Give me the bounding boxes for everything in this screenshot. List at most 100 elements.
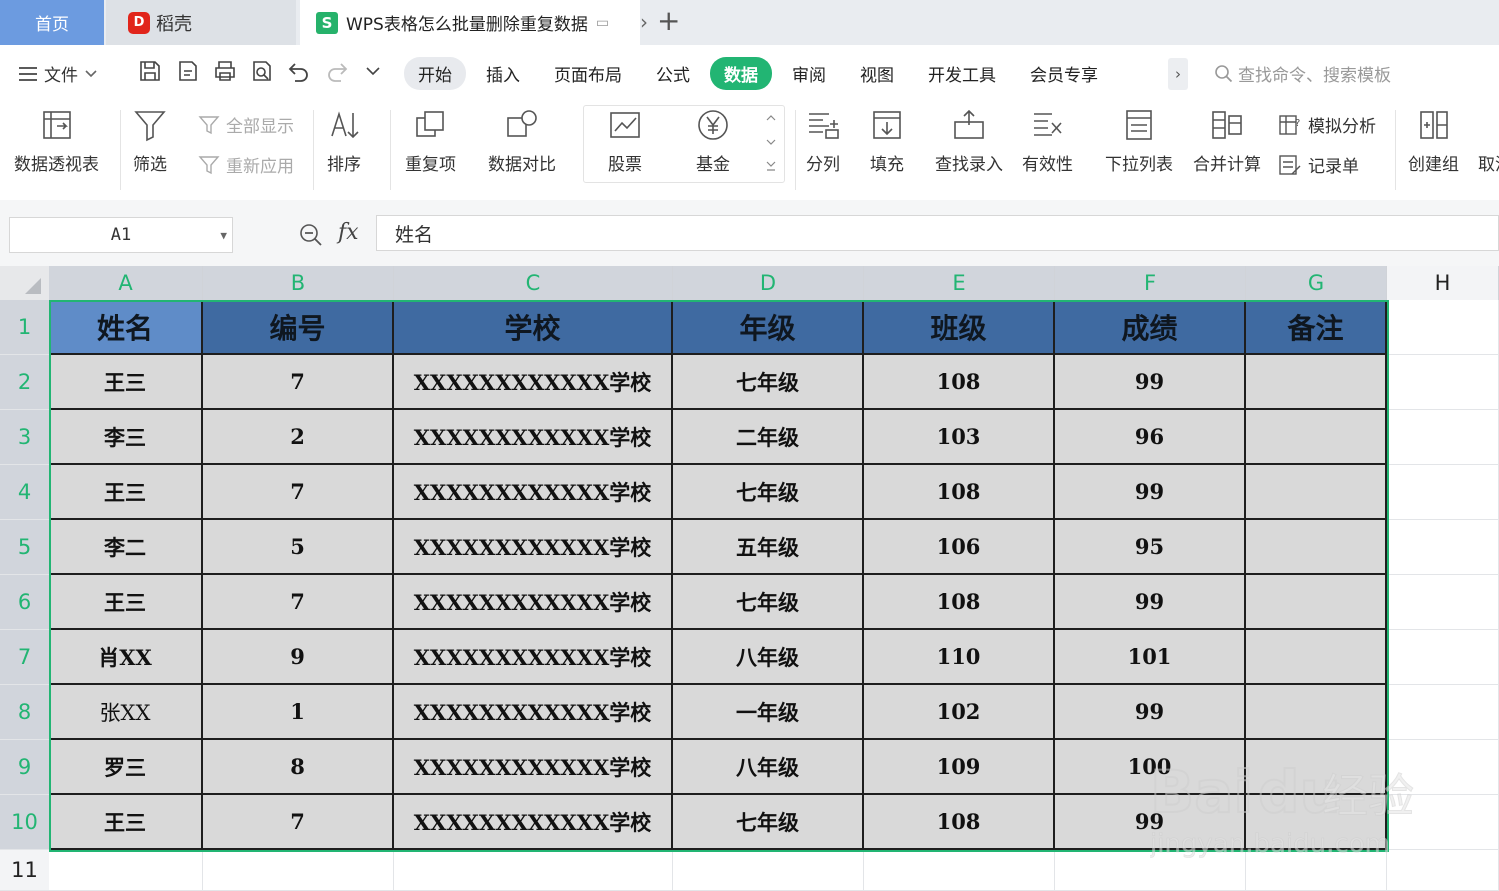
- column-header-h[interactable]: H: [1387, 266, 1499, 300]
- tab-page-layout[interactable]: 页面布局: [540, 57, 636, 90]
- header-cell-a[interactable]: 姓名: [49, 300, 203, 355]
- cell-f6[interactable]: 99: [1055, 575, 1246, 630]
- cell-c3[interactable]: XXXXXXXXXXXX学校: [394, 410, 673, 465]
- cell-empty[interactable]: [1387, 465, 1499, 520]
- tab-developer[interactable]: 开发工具: [914, 57, 1010, 90]
- cell-e8[interactable]: 102: [864, 685, 1055, 740]
- split-column-button[interactable]: 分列: [806, 108, 840, 175]
- validity-button[interactable]: 有效性: [1022, 108, 1073, 175]
- cell-d7[interactable]: 八年级: [673, 630, 864, 685]
- monitor-icon[interactable]: ▭: [596, 15, 609, 31]
- cell-empty[interactable]: [1387, 685, 1499, 740]
- row-header-6[interactable]: 6: [0, 575, 49, 630]
- cell-d4[interactable]: 七年级: [673, 465, 864, 520]
- row-header-10[interactable]: 10: [0, 795, 49, 850]
- cell-a10[interactable]: 王三: [49, 795, 203, 850]
- column-header-d[interactable]: D: [673, 266, 864, 300]
- stock-button[interactable]: 股票: [608, 108, 642, 175]
- cell-empty[interactable]: [394, 850, 673, 891]
- cell-empty[interactable]: [1387, 575, 1499, 630]
- file-menu[interactable]: 文件: [18, 61, 98, 86]
- fund-button[interactable]: 基金: [696, 108, 730, 175]
- cell-empty[interactable]: [1387, 300, 1499, 355]
- row-header-2[interactable]: 2: [0, 355, 49, 410]
- tab-member[interactable]: 会员专享: [1016, 57, 1112, 90]
- redo-icon[interactable]: [325, 59, 349, 83]
- cell-empty[interactable]: [864, 850, 1055, 891]
- column-header-a[interactable]: A: [49, 266, 203, 300]
- cell-d5[interactable]: 五年级: [673, 520, 864, 575]
- cell-a2[interactable]: 王三: [49, 355, 203, 410]
- tab-scroll-icon[interactable]: ›: [640, 10, 648, 34]
- cell-f10[interactable]: 99: [1055, 795, 1246, 850]
- cell-a7[interactable]: 肖XX: [49, 630, 203, 685]
- cell-c4[interactable]: XXXXXXXXXXXX学校: [394, 465, 673, 520]
- row-header-11[interactable]: 11: [0, 850, 49, 891]
- print-preview-icon[interactable]: [250, 59, 274, 83]
- select-all-corner[interactable]: [0, 266, 49, 300]
- filter-button[interactable]: 筛选: [133, 108, 167, 175]
- column-header-g[interactable]: G: [1246, 266, 1387, 300]
- duplicates-button[interactable]: 重复项: [405, 108, 456, 175]
- cell-f4[interactable]: 99: [1055, 465, 1246, 520]
- data-compare-button[interactable]: 数据对比: [488, 108, 556, 175]
- command-search[interactable]: 查找命令、搜索模板: [1214, 61, 1391, 86]
- cell-a3[interactable]: 李三: [49, 410, 203, 465]
- cell-g3[interactable]: [1246, 410, 1387, 465]
- cell-e2[interactable]: 108: [864, 355, 1055, 410]
- undo-icon[interactable]: [287, 59, 311, 83]
- header-cell-f[interactable]: 成绩: [1055, 300, 1246, 355]
- consolidate-button[interactable]: 合并计算: [1193, 108, 1261, 175]
- cell-g4[interactable]: [1246, 465, 1387, 520]
- zoom-icon[interactable]: [298, 222, 324, 248]
- row-header-8[interactable]: 8: [0, 685, 49, 740]
- cell-empty[interactable]: [1055, 850, 1246, 891]
- customize-toolbar-icon[interactable]: [364, 65, 382, 79]
- tab-insert[interactable]: 插入: [472, 57, 534, 90]
- cell-d8[interactable]: 一年级: [673, 685, 864, 740]
- cell-c6[interactable]: XXXXXXXXXXXX学校: [394, 575, 673, 630]
- cell-empty[interactable]: [1387, 740, 1499, 795]
- name-box-dropdown-icon[interactable]: ▼: [220, 229, 227, 242]
- row-header-4[interactable]: 4: [0, 465, 49, 520]
- cell-empty[interactable]: [1387, 630, 1499, 685]
- cell-e5[interactable]: 106: [864, 520, 1055, 575]
- header-cell-g[interactable]: 备注: [1246, 300, 1387, 355]
- cell-d2[interactable]: 七年级: [673, 355, 864, 410]
- cell-a9[interactable]: 罗三: [49, 740, 203, 795]
- cell-b7[interactable]: 9: [203, 630, 394, 685]
- cell-a4[interactable]: 王三: [49, 465, 203, 520]
- column-header-f[interactable]: F: [1055, 266, 1246, 300]
- cell-b4[interactable]: 7: [203, 465, 394, 520]
- cell-f8[interactable]: 99: [1055, 685, 1246, 740]
- export-pdf-icon[interactable]: [176, 59, 200, 83]
- cell-g6[interactable]: [1246, 575, 1387, 630]
- tab-view[interactable]: 视图: [846, 57, 908, 90]
- cell-b6[interactable]: 7: [203, 575, 394, 630]
- cell-b10[interactable]: 7: [203, 795, 394, 850]
- row-header-5[interactable]: 5: [0, 520, 49, 575]
- cell-g8[interactable]: [1246, 685, 1387, 740]
- tab-home[interactable]: 首页: [0, 0, 104, 45]
- cell-b5[interactable]: 5: [203, 520, 394, 575]
- tab-formula[interactable]: 公式: [642, 57, 704, 90]
- cell-empty[interactable]: [673, 850, 864, 891]
- cell-a8[interactable]: 张XX: [49, 685, 203, 740]
- create-group-button[interactable]: 创建组: [1408, 108, 1459, 175]
- pivot-table-button[interactable]: 数据透视表: [14, 108, 99, 175]
- cell-b8[interactable]: 1: [203, 685, 394, 740]
- row-header-7[interactable]: 7: [0, 630, 49, 685]
- cell-b2[interactable]: 7: [203, 355, 394, 410]
- header-cell-c[interactable]: 学校: [394, 300, 673, 355]
- cell-g10[interactable]: [1246, 795, 1387, 850]
- sort-button[interactable]: 排序: [327, 108, 361, 175]
- cell-c10[interactable]: XXXXXXXXXXXX学校: [394, 795, 673, 850]
- tab-daoke[interactable]: D 稻壳: [106, 0, 296, 45]
- cell-empty[interactable]: [1387, 850, 1499, 891]
- cell-b3[interactable]: 2: [203, 410, 394, 465]
- cell-empty[interactable]: [1246, 850, 1387, 891]
- tab-start[interactable]: 开始: [404, 57, 466, 90]
- more-tabs-button[interactable]: ›: [1168, 58, 1188, 90]
- column-header-e[interactable]: E: [864, 266, 1055, 300]
- row-header-9[interactable]: 9: [0, 740, 49, 795]
